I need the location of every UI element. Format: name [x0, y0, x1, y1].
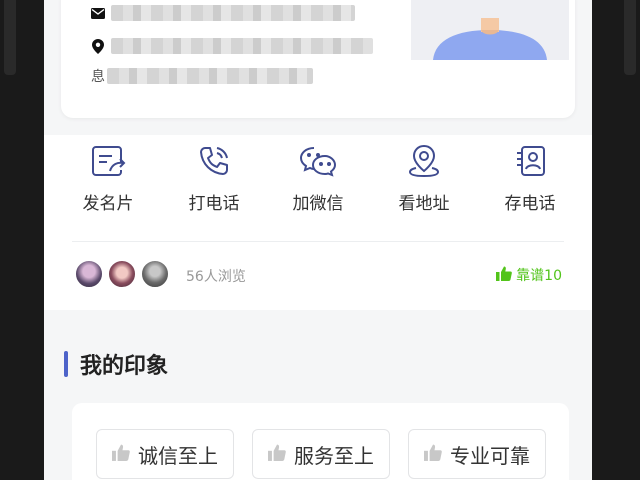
section-accent-bar	[64, 351, 68, 377]
quick-actions: 发名片 打电话 加微信 看地址 存电话	[44, 135, 592, 235]
save-contact-icon	[510, 141, 550, 181]
save-contact-label: 存电话	[504, 194, 556, 214]
phone-side-button-left	[4, 0, 16, 75]
app-screen: 息 发名片 打电话 加微信 看地址 存电话 56人浏览 靠谱10 我的印象 诚信…	[44, 0, 592, 480]
add-wechat-button[interactable]: 加微信	[278, 141, 358, 214]
address-prefix: 息	[91, 69, 105, 85]
impression-tag[interactable]: 服务至上	[252, 429, 390, 479]
viewer-avatar	[74, 259, 104, 289]
tag-label: 诚信至上	[138, 443, 218, 468]
impression-title: 我的印象	[80, 354, 169, 379]
divider	[72, 241, 564, 242]
email-value-redacted	[111, 5, 355, 21]
viewer-avatar	[107, 259, 137, 289]
profile-avatar	[411, 0, 569, 60]
send-card-label: 发名片	[82, 194, 134, 214]
tag-label: 服务至上	[294, 443, 374, 468]
address-row[interactable]	[91, 35, 373, 57]
wechat-icon	[298, 141, 338, 181]
add-wechat-label: 加微信	[292, 194, 344, 214]
send-card-icon	[88, 141, 128, 181]
send-card-button[interactable]: 发名片	[68, 141, 148, 214]
address-line2-redacted	[107, 68, 313, 84]
business-card: 息	[61, 0, 575, 118]
viewers-row: 56人浏览 靠谱10	[44, 235, 592, 310]
email-row[interactable]	[91, 2, 355, 24]
impression-tags-card: 诚信至上 服务至上 专业可靠	[72, 403, 569, 480]
thumbs-up-icon	[112, 444, 130, 465]
save-contact-button[interactable]: 存电话	[490, 141, 570, 214]
impression-tag[interactable]: 诚信至上	[96, 429, 234, 479]
viewer-avatars[interactable]	[74, 259, 173, 289]
call-label: 打电话	[188, 194, 240, 214]
thumbs-up-icon	[496, 266, 513, 285]
thumbs-up-icon	[424, 444, 442, 465]
address-row-2: 息	[91, 65, 313, 87]
impression-tag[interactable]: 专业可靠	[408, 429, 546, 479]
tag-label: 专业可靠	[450, 443, 530, 468]
phone-side-button-right	[624, 0, 636, 75]
view-address-button[interactable]: 看地址	[384, 141, 464, 214]
map-pin-icon	[404, 141, 444, 181]
view-count: 56人浏览	[186, 269, 246, 285]
impression-section-header: 我的印象	[64, 348, 168, 380]
envelope-icon	[91, 6, 105, 20]
likes-count: 靠谱10	[516, 268, 562, 284]
like-button[interactable]: 靠谱10	[496, 265, 562, 285]
location-pin-icon	[91, 38, 105, 54]
phone-call-icon	[194, 141, 234, 181]
view-address-label: 看地址	[398, 194, 450, 214]
call-button[interactable]: 打电话	[174, 141, 254, 214]
phone-frame: 息 发名片 打电话 加微信 看地址 存电话 56人浏览 靠谱10 我的印象 诚信…	[0, 0, 640, 480]
address-line1-redacted	[111, 38, 373, 54]
viewer-avatar	[140, 259, 170, 289]
thumbs-up-icon	[268, 444, 286, 465]
